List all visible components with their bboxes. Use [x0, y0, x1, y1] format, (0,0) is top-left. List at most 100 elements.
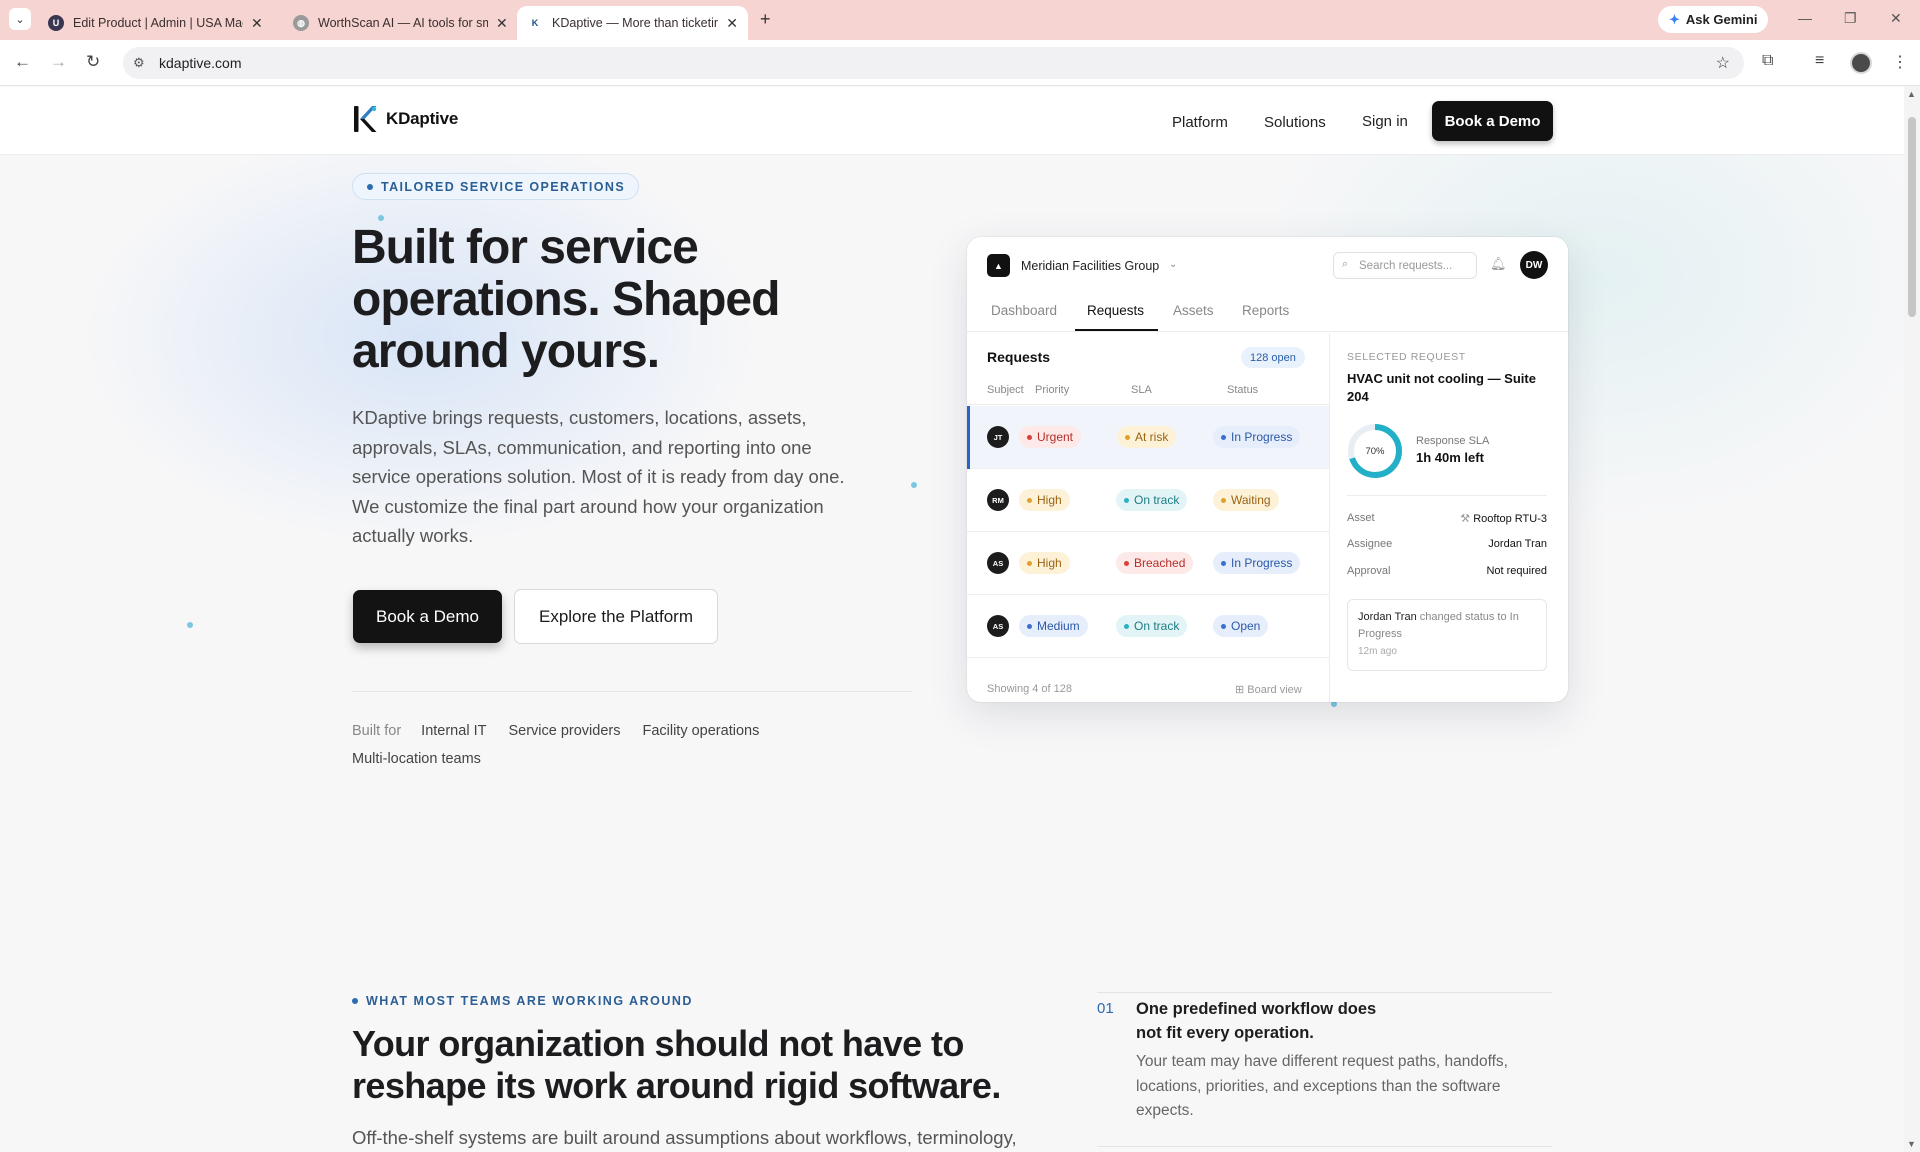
- product-preview-card: ▲ Meridian Facilities Group ⌄ ⌕ Search r…: [967, 237, 1568, 702]
- org-switcher[interactable]: Meridian Facilities Group: [1021, 259, 1159, 273]
- user-avatar[interactable]: DW: [1520, 251, 1548, 279]
- assignee-label: Assignee: [1347, 538, 1393, 550]
- site-logo[interactable]: KDaptive: [352, 104, 458, 134]
- minimize-icon[interactable]: —: [1798, 10, 1812, 26]
- tab-title: KDaptive — More than ticketing: [552, 16, 719, 30]
- browser-menu-icon[interactable]: ⋮: [1892, 52, 1908, 72]
- section-title: Your organization should not have to res…: [352, 1023, 1001, 1106]
- tab-favicon: K: [531, 18, 539, 28]
- tab-assets[interactable]: Assets: [1173, 303, 1214, 318]
- board-view-toggle[interactable]: ⊞ Board view: [1235, 683, 1302, 696]
- sla-badge: Breached: [1116, 552, 1194, 574]
- column-priority: Priority: [1035, 384, 1070, 396]
- table-row[interactable]: AS High Breached In Progress: [967, 532, 1329, 595]
- built-for-list: Built for Internal IT Service providers Fac…: [352, 717, 822, 773]
- page-scrollbar[interactable]: ▲ ▼: [1904, 87, 1920, 1152]
- tab-title: Edit Product | Admin | USA Made: [73, 16, 243, 30]
- nav-platform[interactable]: Platform: [1172, 114, 1228, 131]
- table-row[interactable]: JT Urgent At risk In Progress: [967, 406, 1329, 469]
- bell-icon[interactable]: 🔔︎: [1490, 256, 1507, 272]
- asset-value: ⚒ Rooftop RTU-3: [1460, 513, 1547, 525]
- hero-eyebrow-text: TAILORED SERVICE OPERATIONS: [381, 179, 626, 194]
- sla-label: Response SLA: [1416, 435, 1490, 447]
- close-tab-icon[interactable]: ✕: [251, 15, 263, 32]
- selected-request-label: SELECTED REQUEST: [1347, 351, 1466, 363]
- browser-toolbar: ← → ↻ ⚙ kdaptive.com ☆ ⧉ ≡ ⋮: [0, 40, 1920, 86]
- hero-title: Built for service operations. Shaped aro…: [352, 221, 780, 378]
- explore-platform-button[interactable]: Explore the Platform: [514, 589, 718, 644]
- tab-search-icon[interactable]: ⌄: [9, 8, 31, 30]
- bookmark-star-icon[interactable]: ☆: [1716, 53, 1730, 73]
- browser-tab-kdaptive[interactable]: K KDaptive — More than ticketing ✕: [517, 6, 748, 40]
- open-count-badge: 128 open: [1241, 347, 1305, 368]
- sla-remaining: 1h 40m left: [1416, 450, 1484, 465]
- back-icon[interactable]: ←: [14, 52, 31, 72]
- reload-icon[interactable]: ↻: [86, 52, 100, 72]
- header-book-demo-button[interactable]: Book a Demo: [1432, 101, 1553, 141]
- feature-title: One predefined workflow does not fit eve…: [1136, 1000, 1377, 1042]
- avatar: AS: [987, 615, 1009, 637]
- browser-tab-edit-product[interactable]: U Edit Product | Admin | USA Made ✕: [38, 6, 273, 40]
- tab-requests[interactable]: Requests: [1087, 303, 1144, 318]
- status-badge: Waiting: [1213, 489, 1279, 511]
- activity-actor: Jordan Tran: [1358, 611, 1417, 623]
- chevron-down-icon[interactable]: ⌄: [1169, 259, 1177, 270]
- activity-item: Jordan Tran changed status to In Progres…: [1347, 599, 1547, 671]
- table-row[interactable]: AS Medium On track Open: [967, 595, 1329, 658]
- built-for-item: Internal IT: [421, 723, 487, 739]
- media-controls-icon[interactable]: ≡: [1815, 52, 1824, 70]
- divider: [1097, 1146, 1552, 1147]
- column-subject: Subject: [987, 384, 1024, 396]
- priority-badge: Urgent: [1019, 426, 1082, 448]
- sla-badge: On track: [1116, 615, 1188, 637]
- url-text[interactable]: kdaptive.com: [159, 55, 241, 71]
- site-header: KDaptive Platform Solutions Sign in Book…: [0, 87, 1904, 155]
- divider: [1347, 495, 1547, 496]
- hero-book-demo-button[interactable]: Book a Demo: [353, 590, 502, 643]
- scrollbar-thumb[interactable]: [1908, 117, 1916, 317]
- ask-gemini-button[interactable]: ✦ Ask Gemini: [1658, 6, 1769, 33]
- address-bar[interactable]: ⚙ kdaptive.com ☆: [123, 47, 1744, 79]
- section-eyebrow: WHAT MOST TEAMS ARE WORKING AROUND: [352, 994, 693, 1008]
- nav-sign-in[interactable]: Sign in: [1362, 113, 1408, 130]
- avatar: RM: [987, 489, 1009, 511]
- hero-eyebrow: TAILORED SERVICE OPERATIONS: [352, 173, 640, 200]
- feature-body: Your team may have different request pat…: [1136, 1053, 1508, 1119]
- restore-icon[interactable]: ❐: [1844, 10, 1857, 27]
- profile-avatar[interactable]: [1850, 52, 1872, 74]
- approval-value: Not required: [1486, 565, 1547, 577]
- page-viewport: KDaptive Platform Solutions Sign in Book…: [0, 87, 1904, 1152]
- app-tabs: Dashboard Requests Assets Reports: [967, 289, 1568, 332]
- logo-text: KDaptive: [386, 109, 459, 128]
- nav-solutions[interactable]: Solutions: [1264, 114, 1326, 131]
- priority-badge: High: [1019, 489, 1070, 511]
- browser-tab-worthscan[interactable]: ◍ WorthScan AI — AI tools for small ✕: [283, 6, 518, 40]
- wrench-icon: ⚒: [1460, 513, 1474, 525]
- close-tab-icon[interactable]: ✕: [726, 15, 738, 32]
- close-window-icon[interactable]: ✕: [1890, 10, 1902, 27]
- eyebrow-dot: [352, 998, 358, 1004]
- search-placeholder: Search requests...: [1359, 260, 1453, 272]
- sla-badge: At risk: [1117, 426, 1177, 448]
- close-tab-icon[interactable]: ✕: [496, 15, 508, 32]
- kdaptive-logo-icon: [354, 106, 377, 132]
- scroll-down-icon[interactable]: ▼: [1907, 1139, 1916, 1149]
- site-settings-icon[interactable]: ⚙: [133, 55, 145, 71]
- asset-label: Asset: [1347, 512, 1375, 524]
- selected-row-indicator: [967, 406, 970, 469]
- new-tab-icon[interactable]: +: [760, 9, 771, 30]
- status-badge: In Progress: [1213, 426, 1301, 448]
- tab-reports[interactable]: Reports: [1242, 303, 1289, 318]
- column-sla: SLA: [1131, 384, 1152, 396]
- active-tab-indicator: [1075, 329, 1158, 331]
- tab-dashboard[interactable]: Dashboard: [991, 303, 1057, 318]
- table-row[interactable]: RM High On track Waiting: [967, 469, 1329, 532]
- section-eyebrow-text: WHAT MOST TEAMS ARE WORKING AROUND: [366, 994, 693, 1008]
- forward-icon[interactable]: →: [50, 52, 67, 72]
- ask-gemini-label: Ask Gemini: [1685, 12, 1758, 27]
- request-search-input[interactable]: ⌕ Search requests...: [1333, 252, 1477, 279]
- scroll-up-icon[interactable]: ▲: [1907, 89, 1916, 99]
- tab-title: WorthScan AI — AI tools for small: [318, 16, 488, 30]
- divider: [352, 691, 912, 692]
- extensions-icon[interactable]: ⧉: [1762, 52, 1773, 70]
